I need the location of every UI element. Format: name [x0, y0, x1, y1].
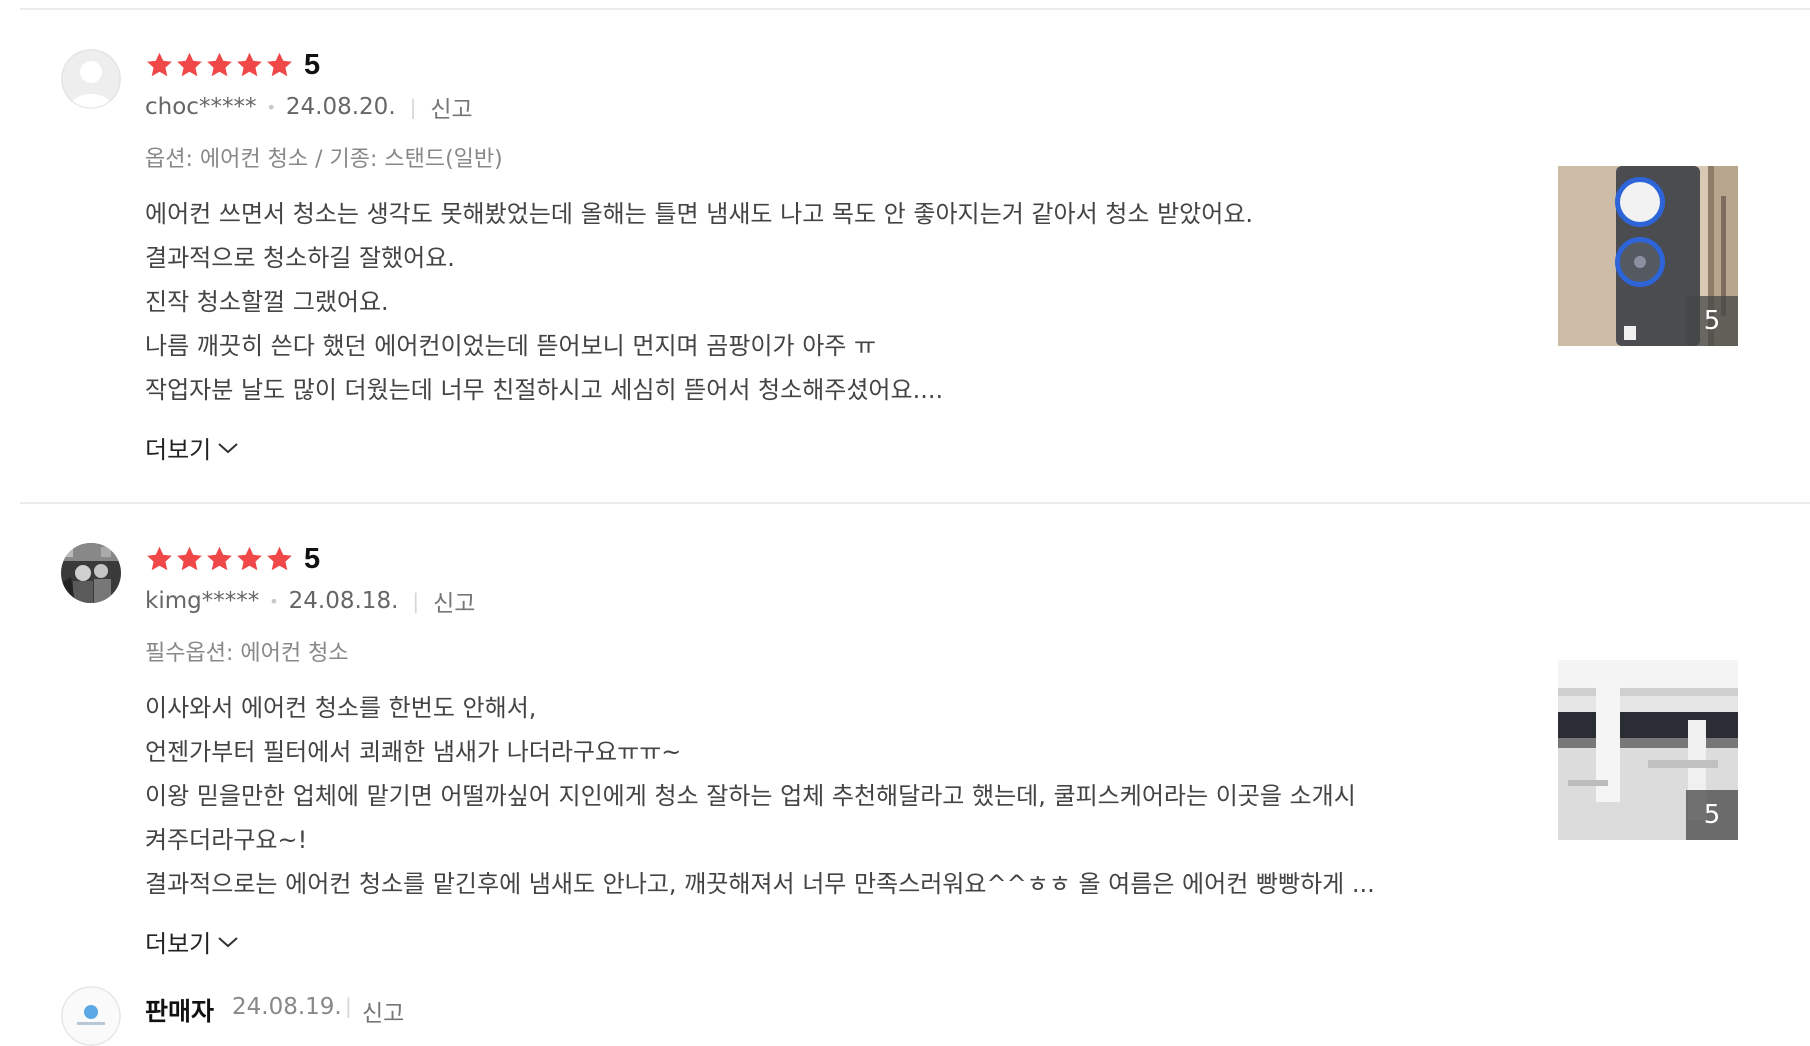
meta-separator: | — [345, 994, 352, 1018]
review-divider — [20, 502, 1810, 504]
meta-dot: • — [266, 97, 276, 117]
meta-separator: | — [409, 95, 417, 119]
meta-dot: • — [269, 591, 279, 611]
review-line: 언젠가부터 필터에서 쾨쾌한 냄새가 나더라구요ㅠㅠ~ — [145, 738, 682, 766]
user-photo-icon — [61, 543, 121, 603]
review-meta: kimg***** • 24.08.18. | 신고 — [145, 584, 475, 618]
star-rating: 5 — [145, 544, 320, 574]
star-icon — [237, 52, 262, 77]
avatar-default — [61, 49, 121, 109]
report-button[interactable]: 신고 — [362, 994, 404, 1028]
review-line: 결과적으로는 에어컨 청소를 맡긴후에 냄새도 안나고, 깨끗해져서 너무 만족… — [145, 870, 1375, 898]
review-option: 필수옵션: 에어컨 청소 — [145, 641, 349, 666]
review-body: 에어컨 쓰면서 청소는 생각도 못해봤었는데 올해는 틀면 냄새도 나고 목도 … — [145, 192, 1485, 412]
review-line: 작업자분 날도 많이 더웠는데 너무 친절하시고 세심히 뜯어서 청소해주셨어요… — [145, 376, 944, 404]
meta-separator: | — [412, 589, 420, 613]
star-icon — [177, 546, 202, 571]
seller-name: 판매자 — [145, 997, 215, 1026]
rating-score: 5 — [304, 49, 321, 81]
more-label: 더보기 — [145, 930, 212, 958]
review-meta: choc***** • 24.08.20. | 신고 — [145, 90, 473, 124]
review-date: 24.08.18. — [288, 588, 399, 614]
report-button[interactable]: 신고 — [430, 90, 472, 124]
seller-avatar — [61, 986, 121, 1046]
review-option: 옵션: 에어컨 청소 / 기종: 스탠드(일반) — [145, 147, 503, 172]
photo-count-badge: 5 — [1686, 790, 1738, 840]
report-button[interactable]: 신고 — [433, 584, 475, 618]
star-icon — [147, 546, 172, 571]
star-icon — [267, 52, 292, 77]
review-line: 에어컨 쓰면서 청소는 생각도 못해봤었는데 올해는 틀면 냄새도 나고 목도 … — [145, 200, 1254, 228]
review-line: 이사와서 에어컨 청소를 한번도 안해서, — [145, 694, 537, 722]
user-placeholder-icon — [61, 49, 121, 109]
chevron-down-icon — [218, 936, 238, 947]
review-photo-thumbnail[interactable]: 5 — [1558, 660, 1738, 840]
photo-count-badge: 5 — [1686, 296, 1738, 346]
rating-score: 5 — [304, 543, 321, 575]
top-divider — [20, 8, 1810, 10]
review-photo-thumbnail[interactable]: 5 — [1558, 166, 1738, 346]
review-line: 나름 깨끗히 쓴다 했던 에어컨이었는데 뜯어보니 먼지며 곰팡이가 아주 ㅠ — [145, 332, 877, 360]
star-icon — [267, 546, 292, 571]
more-button[interactable]: 더보기 — [145, 924, 239, 959]
star-icon — [237, 546, 262, 571]
more-label: 더보기 — [145, 436, 212, 464]
star-rating: 5 — [145, 50, 320, 80]
chevron-down-icon — [218, 442, 238, 453]
star-icon — [177, 52, 202, 77]
review-date: 24.08.20. — [285, 94, 396, 120]
star-icon — [147, 52, 172, 77]
seller-logo-icon — [61, 986, 121, 1046]
reviewer-id: kimg***** — [145, 588, 260, 614]
review-line: 진작 청소할껄 그랬어요. — [145, 288, 389, 316]
seller-reply-date: 24.08.19. — [232, 994, 342, 1020]
more-button[interactable]: 더보기 — [145, 430, 239, 465]
review-line: 켜주더라구요~! — [145, 826, 308, 854]
review-line: 이왕 믿을만한 업체에 맡기면 어떨까싶어 지인에게 청소 잘하는 업체 추천해… — [145, 782, 1356, 810]
star-icon — [207, 546, 232, 571]
star-icon — [207, 52, 232, 77]
review-body: 이사와서 에어컨 청소를 한번도 안해서, 언젠가부터 필터에서 쾨쾌한 냄새가… — [145, 686, 1485, 906]
review-line: 결과적으로 청소하길 잘했어요. — [145, 244, 455, 272]
reviewer-id: choc***** — [145, 94, 257, 120]
avatar-photo — [61, 543, 121, 603]
